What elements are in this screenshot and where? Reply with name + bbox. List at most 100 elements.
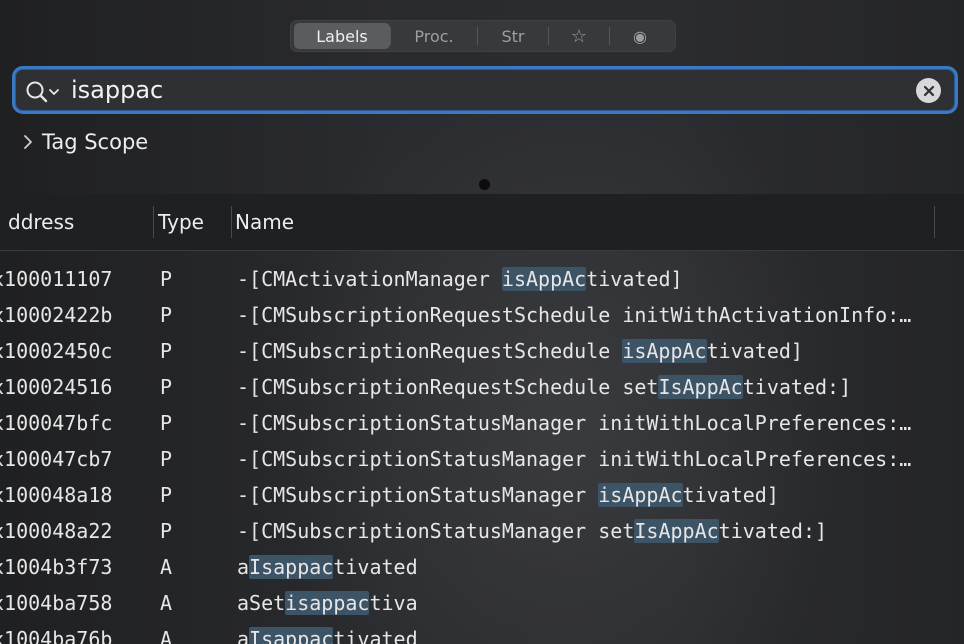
search-field[interactable] — [12, 66, 958, 114]
tab-strings-label: Str — [501, 26, 525, 46]
row-name: -[CMSubscriptionStatusManager initWithLo… — [237, 410, 917, 436]
row-address: x1004b3f73 — [0, 555, 113, 579]
column-type-label: Type — [158, 210, 204, 234]
row-address: x100048a22 — [0, 519, 113, 543]
row-name-prefix: -[CMSubscriptionRequestSchedule initWith… — [237, 303, 917, 327]
column-divider[interactable] — [934, 206, 935, 238]
table-row[interactable]: x100048a22 P -[CMSubscriptionStatusManager… — [0, 514, 964, 548]
row-name-prefix: -[CMSubscriptionRequestSchedule set — [237, 375, 659, 399]
tab-strings[interactable]: Str — [478, 23, 548, 49]
row-name-prefix: a — [237, 627, 250, 644]
table-row[interactable]: x1004ba76b AaIsappactivated — [0, 622, 964, 644]
row-type: P — [160, 339, 173, 363]
row-name-suffix: tivated] — [706, 339, 803, 363]
column-divider[interactable] — [153, 206, 154, 238]
tab-labels-label: Labels — [316, 26, 368, 46]
search-icon[interactable] — [25, 80, 65, 104]
row-name: aIsappactivated — [237, 626, 917, 644]
column-name[interactable]: Name — [235, 194, 294, 250]
tag-scope-label: Tag Scope — [42, 130, 149, 154]
row-address: x100047bfc — [0, 411, 113, 435]
row-name: -[CMSubscriptionRequestSchedule initWith… — [237, 302, 917, 328]
row-name-match-highlight: isAppAc — [622, 339, 707, 363]
row-address: x100024516 — [0, 375, 113, 399]
row-name-prefix: -[CMSubscriptionStatusManager — [237, 483, 599, 507]
row-name-match-highlight: Isappac — [249, 627, 334, 644]
row-type: P — [160, 483, 173, 507]
column-type[interactable]: Type — [158, 194, 204, 250]
column-divider[interactable] — [231, 206, 232, 238]
row-name: -[CMSubscriptionStatusManager initWithLo… — [237, 446, 917, 472]
row-name-suffix: tivated — [333, 627, 418, 644]
row-name: -[CMActivationManager isAppActivated] — [237, 266, 917, 292]
row-type: A — [160, 627, 173, 644]
search-input[interactable] — [71, 75, 891, 105]
row-address: x1004ba76b — [0, 627, 113, 644]
table-row[interactable]: x1004ba758 AaSetisappactiva — [0, 586, 964, 620]
row-name: -[CMSubscriptionRequestSchedule isAppAct… — [237, 338, 917, 364]
row-name: -[CMSubscriptionStatusManager setIsAppAc… — [237, 518, 917, 544]
tab-bookmarks[interactable]: ☆ — [549, 23, 609, 49]
table-row[interactable]: x100048a18 P -[CMSubscriptionStatusManager… — [0, 478, 964, 512]
table-row[interactable]: x1004b3f73 AaIsappactivated — [0, 550, 964, 584]
row-name-suffix: tivated:] — [742, 375, 852, 399]
tab-procedures-label: Proc. — [414, 26, 454, 46]
tab-procedures[interactable]: Proc. — [391, 23, 477, 49]
row-type: P — [160, 519, 173, 543]
row-name-match-highlight: Isappac — [249, 555, 334, 579]
clear-icon[interactable] — [916, 78, 941, 103]
row-type: P — [160, 447, 173, 471]
chevron-right-icon[interactable] — [22, 134, 34, 150]
table-row[interactable]: x100024516 P -[CMSubscriptionRequestSchedu… — [0, 370, 964, 404]
column-name-label: Name — [235, 210, 295, 234]
row-name-prefix: aSet — [237, 591, 286, 615]
row-name-match-highlight: isAppAc — [598, 483, 683, 507]
row-name: -[CMSubscriptionStatusManager isAppActiv… — [237, 482, 917, 508]
row-name: aSetisappactiva — [237, 590, 917, 616]
row-name-suffix: tivated — [333, 555, 418, 579]
row-name-match-highlight: IsAppAc — [634, 519, 719, 543]
row-address: x1004ba758 — [0, 591, 113, 615]
row-type: P — [160, 267, 173, 291]
splitter-handle[interactable] — [479, 179, 490, 190]
row-name-prefix: -[CMSubscriptionStatusManager set — [237, 519, 635, 543]
table-row[interactable]: x100011107 P -[CMActivationManager isAppAc… — [0, 262, 964, 296]
tab-tags[interactable]: ◉ — [610, 23, 670, 49]
tab-labels[interactable]: Labels — [294, 23, 390, 49]
row-name-prefix: -[CMSubscriptionRequestSchedule — [237, 339, 623, 363]
row-address: x100047cb7 — [0, 447, 113, 471]
tag-scope-disclosure[interactable]: Tag Scope — [22, 128, 148, 156]
row-name-match-highlight: IsAppAc — [658, 375, 743, 399]
row-name: aIsappactivated — [237, 554, 917, 580]
row-type: P — [160, 411, 173, 435]
table-row[interactable]: x10002422b P -[CMSubscriptionRequestSchedu… — [0, 298, 964, 332]
star-icon: ☆ — [570, 25, 588, 47]
row-address: x10002422b — [0, 303, 113, 327]
table-row[interactable]: x100047bfc P -[CMSubscriptionStatusManager… — [0, 406, 964, 440]
row-type: A — [160, 555, 173, 579]
row-name-prefix: -[CMSubscriptionStatusManager initWithLo… — [237, 447, 917, 471]
close-icon — [923, 85, 934, 96]
row-name-match-highlight: isAppAc — [501, 267, 587, 291]
row-type: A — [160, 591, 173, 615]
table-header: ddress Type Name — [0, 194, 964, 251]
labels-table: x100011107 P -[CMActivationManager isAppAc… — [0, 262, 964, 644]
sidebar-mode-tabs: Labels Proc. Str ☆ ◉ — [290, 20, 676, 52]
row-address: x100011107 — [0, 267, 113, 291]
row-type: P — [160, 303, 173, 327]
column-address[interactable]: ddress — [8, 194, 74, 250]
row-name-suffix: tivated:] — [718, 519, 828, 543]
row-name-prefix: a — [237, 555, 250, 579]
row-name-suffix: tiva — [369, 591, 418, 615]
row-address: x10002450c — [0, 339, 113, 363]
row-name-suffix: tivated] — [682, 483, 779, 507]
row-type: P — [160, 375, 173, 399]
table-row[interactable]: x100047cb7 P -[CMSubscriptionStatusManager… — [0, 442, 964, 476]
table-row[interactable]: x10002450c P -[CMSubscriptionRequestSchedu… — [0, 334, 964, 368]
row-name-prefix: -[CMSubscriptionStatusManager initWithLo… — [237, 411, 917, 435]
row-name-suffix: tivated] — [586, 267, 683, 291]
row-name: -[CMSubscriptionRequestSchedule setIsApp… — [237, 374, 917, 400]
circle-icon: ◉ — [633, 26, 647, 46]
column-address-label: ddress — [8, 210, 75, 234]
row-address: x100048a18 — [0, 483, 113, 507]
